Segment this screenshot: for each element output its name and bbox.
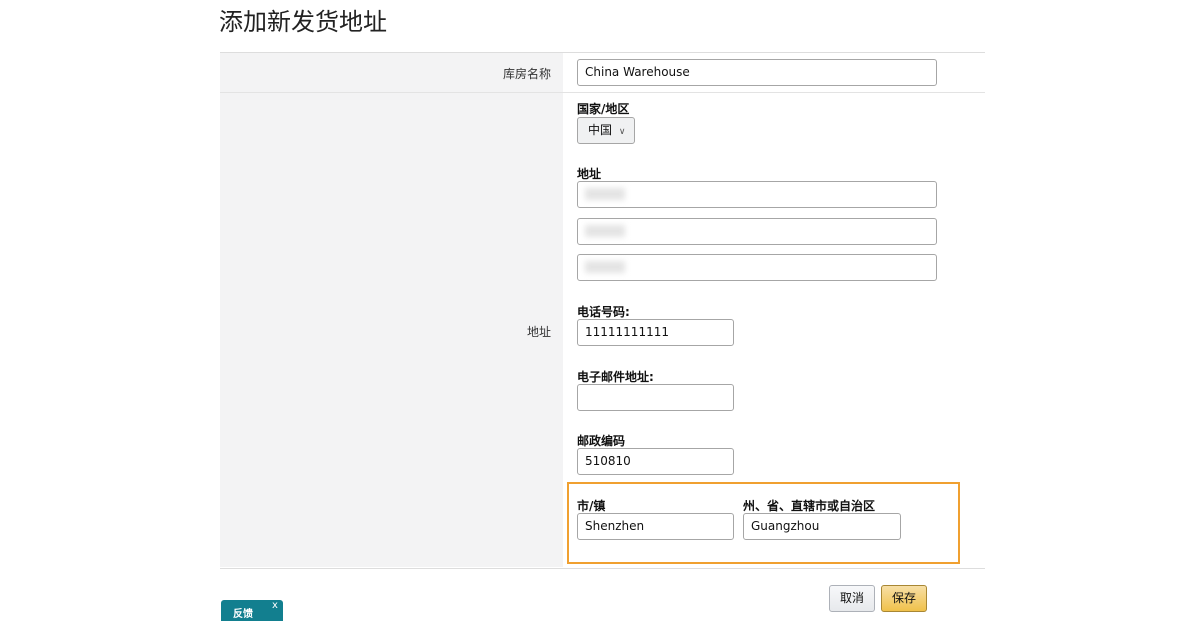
state-input[interactable]: Guangzhou bbox=[743, 513, 901, 540]
state-label: 州、省、直辖市或自治区 bbox=[743, 499, 876, 513]
label-column bbox=[220, 53, 563, 567]
warehouse-name-input[interactable]: China Warehouse bbox=[577, 59, 937, 86]
cancel-button[interactable]: 取消 bbox=[829, 585, 875, 612]
email-input[interactable] bbox=[577, 384, 734, 411]
save-button[interactable]: 保存 bbox=[881, 585, 927, 612]
country-value: 中国 bbox=[588, 123, 613, 137]
page-title: 添加新发货地址 bbox=[219, 8, 387, 36]
phone-label: 电话号码: bbox=[577, 305, 630, 319]
warehouse-label: 库房名称 bbox=[502, 67, 551, 81]
email-label: 电子邮件地址: bbox=[577, 370, 654, 384]
row-divider bbox=[220, 92, 985, 93]
city-label: 市/镇 bbox=[577, 499, 606, 513]
address-line-3-input[interactable] bbox=[577, 254, 937, 281]
feedback-label: 反馈 bbox=[233, 609, 253, 620]
feedback-tab[interactable]: 反馈 x bbox=[221, 600, 283, 621]
address-line-1-input[interactable] bbox=[577, 181, 937, 208]
chevron-down-icon: ∨ bbox=[618, 127, 626, 137]
country-select[interactable]: 中国 ∨ bbox=[577, 117, 635, 144]
phone-input[interactable]: 11111111111 bbox=[577, 319, 734, 346]
address-label: 地址 bbox=[577, 167, 602, 181]
city-input[interactable]: Shenzhen bbox=[577, 513, 734, 540]
address-section-label: 地址 bbox=[526, 325, 551, 339]
postal-code-label: 邮政编码 bbox=[577, 434, 626, 448]
close-icon[interactable]: x bbox=[272, 600, 278, 611]
address-line-2-input[interactable] bbox=[577, 218, 937, 245]
country-label: 国家/地区 bbox=[577, 102, 630, 116]
postal-code-input[interactable]: 510810 bbox=[577, 448, 734, 475]
